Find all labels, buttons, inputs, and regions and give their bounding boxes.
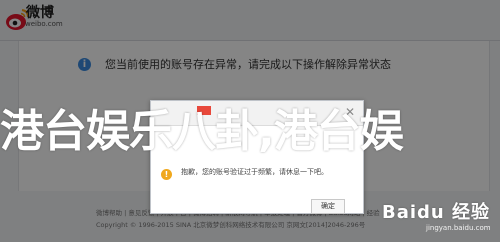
warning-icon: ! (161, 169, 172, 180)
dialog-message: 抱歉，您的账号验证过于频繁，请休息一下吧。 (181, 168, 328, 176)
ok-button[interactable]: 确定 (311, 199, 345, 214)
banner-text-content: 港台娱乐八卦,港台娱 (0, 106, 404, 157)
baidu-watermark: Baidu 经验 jingyan.baidu.com (372, 198, 500, 242)
watermark-main-text: Baidu 经验 (382, 202, 491, 223)
watermark-sub-text: jingyan.baidu.com (426, 224, 491, 232)
banner-text: 港台娱乐八卦,港台娱 (0, 95, 500, 159)
